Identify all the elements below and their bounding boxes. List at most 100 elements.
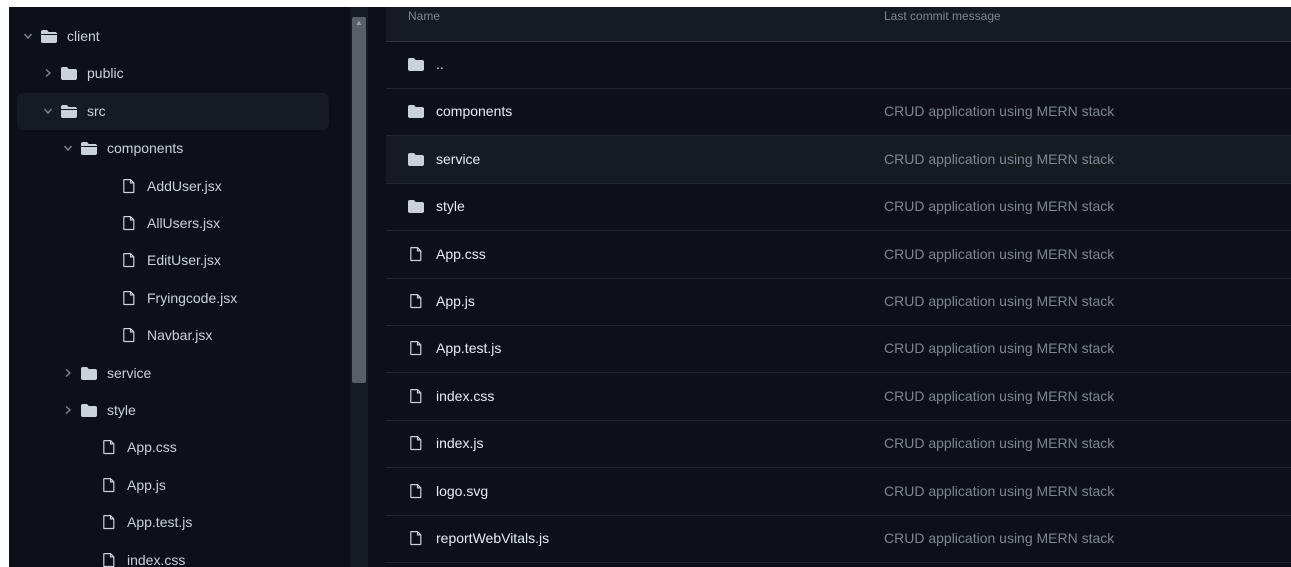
- tree-item-fryingcode-jsx[interactable]: Fryingcode.jsx: [17, 280, 329, 317]
- tree-item-label: public: [87, 65, 124, 82]
- table-row[interactable]: reportWebVitals.js CRUD application using…: [386, 515, 1291, 563]
- table-header: Name Last commit message: [386, 7, 1291, 42]
- tree-item-edituser-jsx[interactable]: EditUser.jsx: [17, 242, 329, 279]
- tree-item-client[interactable]: client: [17, 18, 329, 55]
- tree-item-service[interactable]: service: [17, 355, 329, 392]
- row-name-link[interactable]: components: [436, 103, 512, 119]
- row-commit-message[interactable]: CRUD application using MERN stack: [884, 103, 1114, 119]
- folder-icon: [408, 151, 424, 167]
- row-name-link[interactable]: service: [436, 151, 480, 167]
- tree-item-label: Fryingcode.jsx: [147, 289, 238, 306]
- file-icon: [408, 388, 424, 404]
- column-header-name[interactable]: Name: [408, 9, 440, 23]
- file-icon: [408, 340, 424, 356]
- tree-item-label: index.css: [127, 551, 186, 567]
- scroll-up-arrow-icon[interactable]: ▲: [354, 19, 364, 27]
- row-name-link[interactable]: reportWebVitals.js: [436, 530, 549, 546]
- table-row[interactable]: index.js CRUD application using MERN stac…: [386, 420, 1291, 469]
- file-icon: [101, 552, 117, 567]
- tree-item-public[interactable]: public: [17, 55, 329, 92]
- file-icon: [408, 246, 424, 262]
- row-name-link[interactable]: App.test.js: [436, 340, 501, 356]
- table-row[interactable]: logo.svg CRUD application using MERN stac…: [386, 468, 1291, 516]
- row-name-link[interactable]: style: [436, 198, 465, 214]
- table-row[interactable]: style CRUD application using MERN stack: [386, 183, 1291, 232]
- row-name-link[interactable]: index.css: [436, 388, 494, 404]
- chevron-down-icon[interactable]: [61, 141, 75, 155]
- row-name-link[interactable]: logo.svg: [436, 483, 488, 499]
- folder-icon: [408, 56, 424, 72]
- tree-item-label: AddUser.jsx: [147, 177, 222, 194]
- file-icon: [408, 435, 424, 451]
- folder-icon: [81, 402, 97, 418]
- row-commit-message[interactable]: CRUD application using MERN stack: [884, 388, 1114, 404]
- row-name-link[interactable]: index.js: [436, 435, 483, 451]
- row-commit-message[interactable]: CRUD application using MERN stack: [884, 435, 1114, 451]
- tree-item-label: EditUser.jsx: [147, 252, 221, 269]
- folder-open-icon: [81, 140, 97, 156]
- table-row[interactable]: App.css CRUD application using MERN stack: [386, 231, 1291, 279]
- tree-item-label: AllUsers.jsx: [147, 215, 221, 231]
- folder-open-icon: [41, 28, 57, 44]
- tree-item-index-css[interactable]: index.css: [17, 542, 329, 567]
- row-commit-message[interactable]: CRUD application using MERN stack: [884, 198, 1114, 214]
- file-icon: [121, 290, 137, 306]
- tree-item-label: service: [107, 364, 152, 381]
- file-icon: [121, 252, 137, 268]
- table-row[interactable]: components CRUD application using MERN st…: [386, 88, 1291, 137]
- row-commit-message[interactable]: CRUD application using MERN stack: [884, 340, 1114, 356]
- tree-item-label: src: [87, 102, 106, 119]
- tree-item-label: App.css: [127, 439, 177, 456]
- file-browser: client public src components AddUser.jsx AllU…: [9, 7, 1291, 567]
- chevron-right-icon[interactable]: [41, 66, 55, 80]
- chevron-down-icon[interactable]: [21, 29, 35, 43]
- chevron-right-icon[interactable]: [61, 366, 75, 380]
- tree-item-adduser-jsx[interactable]: AddUser.jsx: [17, 168, 329, 205]
- file-list-table: Name Last commit message .. components CRU…: [386, 7, 1291, 567]
- folder-icon: [61, 65, 77, 81]
- folder-open-icon: [61, 103, 77, 119]
- tree-item-label: App.test.js: [127, 514, 193, 531]
- table-row[interactable]: App.js CRUD application using MERN stack: [386, 278, 1291, 326]
- file-icon: [121, 215, 137, 231]
- file-icon: [408, 483, 424, 499]
- chevron-down-icon[interactable]: [41, 104, 55, 118]
- folder-icon: [81, 365, 97, 381]
- tree-item-app-test-js[interactable]: App.test.js: [17, 504, 329, 541]
- tree-item-app-css[interactable]: App.css: [17, 429, 329, 466]
- file-tree-sidebar: client public src components AddUser.jsx AllU…: [9, 7, 350, 567]
- tree-item-label: client: [67, 28, 100, 44]
- folder-icon: [408, 198, 424, 214]
- row-commit-message[interactable]: CRUD application using MERN stack: [884, 151, 1114, 167]
- tree-item-style[interactable]: style: [17, 392, 329, 429]
- file-icon: [408, 293, 424, 309]
- row-name-link[interactable]: ..: [436, 56, 444, 72]
- chevron-right-icon[interactable]: [61, 403, 75, 417]
- table-row[interactable]: index.css CRUD application using MERN sta…: [386, 373, 1291, 421]
- file-icon: [121, 178, 137, 194]
- file-icon: [408, 530, 424, 546]
- tree-item-components[interactable]: components: [17, 130, 329, 167]
- file-icon: [121, 327, 137, 343]
- tree-item-navbar-jsx[interactable]: Navbar.jsx: [17, 317, 329, 354]
- row-commit-message[interactable]: CRUD application using MERN stack: [884, 293, 1114, 309]
- file-icon: [101, 439, 117, 455]
- tree-item-label: style: [107, 402, 136, 418]
- row-commit-message[interactable]: CRUD application using MERN stack: [884, 246, 1114, 262]
- table-row[interactable]: App.test.js CRUD application using MERN s…: [386, 325, 1291, 374]
- sidebar-scrollbar-thumb[interactable]: [352, 17, 366, 383]
- tree-item-allusers-jsx[interactable]: AllUsers.jsx: [17, 205, 329, 242]
- file-icon: [101, 514, 117, 530]
- row-commit-message[interactable]: CRUD application using MERN stack: [884, 483, 1114, 499]
- tree-item-src[interactable]: src: [17, 92, 329, 130]
- table-row[interactable]: ..: [386, 41, 1291, 89]
- row-name-link[interactable]: App.js: [436, 293, 475, 309]
- table-row[interactable]: service CRUD application using MERN stack: [386, 135, 1291, 184]
- tree-item-label: Navbar.jsx: [147, 327, 213, 344]
- row-commit-message[interactable]: CRUD application using MERN stack: [884, 530, 1114, 546]
- column-header-last-commit-message: Last commit message: [884, 9, 1001, 23]
- tree-item-app-js[interactable]: App.js: [17, 467, 329, 504]
- file-icon: [101, 477, 117, 493]
- tree-item-label: App.js: [127, 476, 166, 493]
- row-name-link[interactable]: App.css: [436, 246, 486, 262]
